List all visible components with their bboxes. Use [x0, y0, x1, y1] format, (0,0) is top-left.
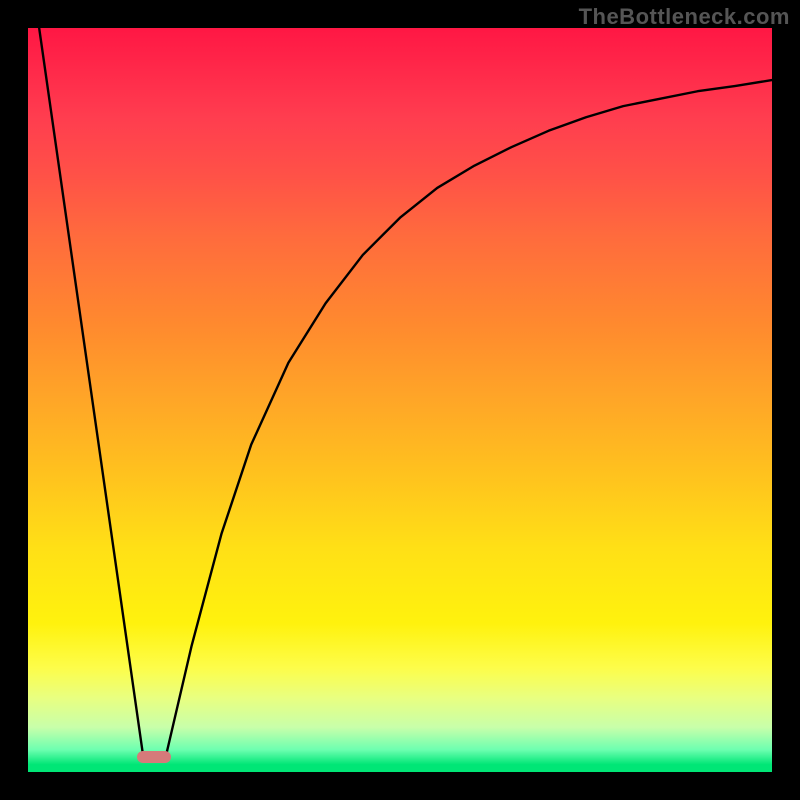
chart-frame: TheBottleneck.com	[0, 0, 800, 800]
series-left-slope	[39, 28, 143, 757]
curve-layer	[28, 28, 772, 772]
bottleneck-marker	[137, 751, 171, 763]
series-right-curve	[166, 80, 772, 757]
watermark-text: TheBottleneck.com	[579, 4, 790, 30]
plot-area	[28, 28, 772, 772]
